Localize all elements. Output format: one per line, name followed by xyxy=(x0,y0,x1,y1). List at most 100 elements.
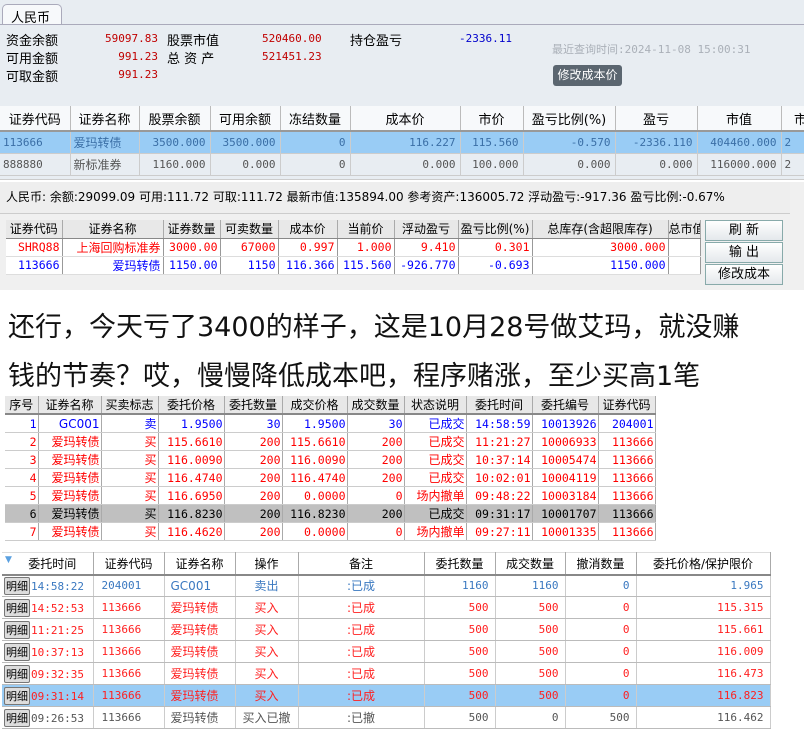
table-row[interactable]: 明细 14:58:22 204001 GC001 卖出:已成 1160 1160 0 1.965 xyxy=(2,574,771,597)
column-header[interactable]: 市价 xyxy=(460,106,524,132)
detail-button[interactable]: 明细 xyxy=(4,686,30,705)
column-header[interactable]: 总库存(含超限库存) xyxy=(532,220,669,239)
export-button[interactable]: 输 出 xyxy=(705,242,783,263)
column-header[interactable]: 证券名称 xyxy=(38,396,102,415)
table-cell: 买入 xyxy=(235,640,299,663)
column-header[interactable]: 操作 xyxy=(235,552,299,576)
table-cell: 0 xyxy=(347,522,405,541)
table-row[interactable]: 明细 10:37:13 113666 爱玛转债 买入:已成 500 500 0 116.009 xyxy=(2,640,771,663)
table-cell: 买入 xyxy=(235,684,299,707)
detail-button[interactable]: 明细 xyxy=(4,620,30,639)
column-header[interactable]: 可用余额 xyxy=(210,106,281,132)
column-header[interactable]: 总市值 xyxy=(668,220,701,239)
column-header[interactable]: 证券名称 xyxy=(164,552,236,576)
table-cell: 1160 xyxy=(424,574,496,597)
table-cell: 500 xyxy=(424,618,496,641)
table-cell: 0 xyxy=(565,574,637,597)
column-header[interactable]: ▼ 委托时间 xyxy=(2,552,94,576)
table-cell: 爱玛转债 xyxy=(164,596,236,619)
table-row[interactable]: 7 爱玛转债买 116.4620 200 0.0000 0 场内撤单 09:27:11 1000… xyxy=(5,522,656,541)
modify-cost-price-button[interactable]: 修改成本价 xyxy=(553,65,622,86)
table-row[interactable]: 明细 14:52:53 113666 爱玛转债 买入:已成 500 500 0 115.315 xyxy=(2,596,771,619)
table-cell: 116.4740 xyxy=(158,468,225,487)
column-header[interactable]: 市 xyxy=(781,106,804,132)
table-cell: 买 xyxy=(101,432,159,451)
detail-button[interactable]: 明细 xyxy=(4,642,30,661)
column-header[interactable]: 委托数量 xyxy=(224,396,283,415)
table-row[interactable]: 2 爱玛转债买 115.6610 200 115.6610 200 已成交 11:21:27 1… xyxy=(5,432,656,451)
table-cell: 1160.000 xyxy=(139,153,211,176)
table-row[interactable]: 明细 11:21:25 113666 爱玛转债 买入:已成 500 500 0 115.661 xyxy=(2,618,771,641)
table-row[interactable]: 1 GC001 卖 1.9500 30 1.9500 30 已成交 14:58:59 100139… xyxy=(5,414,656,433)
column-header[interactable]: 撤消数量 xyxy=(565,552,637,576)
table-cell: 买 xyxy=(101,486,159,505)
column-header[interactable]: 当前价 xyxy=(337,220,395,239)
table-cell: 500 xyxy=(495,662,566,685)
detail-button[interactable]: 明细 xyxy=(4,576,30,595)
column-header[interactable]: 委托价格 xyxy=(158,396,225,415)
column-header[interactable]: 证券代码 xyxy=(93,552,165,576)
entrust-time: 11:21:25 xyxy=(31,623,84,637)
column-header[interactable]: 备注 xyxy=(298,552,425,576)
column-header[interactable]: 盈亏比例(%) xyxy=(523,106,616,132)
column-header[interactable]: 市值 xyxy=(697,106,782,132)
column-header[interactable]: 证券名称 xyxy=(62,220,164,239)
table-cell: 0 xyxy=(565,618,637,641)
table-row[interactable]: 3 爱玛转债买 116.0090 200 116.0090 200 已成交 10:37:14 1… xyxy=(5,450,656,469)
table-row[interactable]: 明细 09:32:35 113666 爱玛转债 买入:已成 500 500 0 116.473 xyxy=(2,662,771,685)
column-header[interactable]: 成交价格 xyxy=(282,396,348,415)
table-row[interactable]: 5 爱玛转债买 116.6950 200 0.0000 0 场内撤单 09:48:22 1000… xyxy=(5,486,656,505)
table-row[interactable]: 888880 新标准券 1160.000 0.000 0 0.000 100.000 0.00… xyxy=(0,153,804,176)
column-header[interactable]: 证券数量 xyxy=(163,220,221,239)
column-header[interactable]: 序号 xyxy=(5,396,39,415)
table-cell: 200 xyxy=(224,522,283,541)
table-cell: 116.6950 xyxy=(158,486,225,505)
column-header[interactable]: 证券代码 xyxy=(6,220,63,239)
table-cell: 115.560 xyxy=(460,131,524,154)
table-row[interactable]: 4 爱玛转债买 116.4740 200 116.4740 200 已成交 10:02:01 1… xyxy=(5,468,656,487)
table-cell: 明细 09:26:53 xyxy=(2,706,94,729)
column-header[interactable]: 委托价格/保护限价 xyxy=(636,552,771,576)
table-row[interactable]: SHRQ88 上海回购标准券 3000.00 67000 0.997 1.000 9.410… xyxy=(6,238,701,257)
table-cell: 买 xyxy=(101,450,159,469)
table-cell: 113666 xyxy=(598,432,656,451)
column-header[interactable]: 买卖标志 xyxy=(101,396,159,415)
column-header[interactable]: 委托编号 xyxy=(532,396,599,415)
detail-button[interactable]: 明细 xyxy=(4,598,30,617)
table-cell: 113666 xyxy=(598,522,656,541)
table-cell: :已成 xyxy=(298,574,425,597)
column-header[interactable]: 可卖数量 xyxy=(220,220,279,239)
entrust-table: ▼ 委托时间 证券代码 证券名称 操作 备注 委托数量 成交数量 撤消数量 委托价格/保护限价明… xyxy=(2,552,771,729)
column-header[interactable]: 证券名称 xyxy=(70,106,140,132)
column-header[interactable]: 委托数量 xyxy=(424,552,496,576)
table-cell: 500 xyxy=(424,596,496,619)
column-header[interactable]: 股票余额 xyxy=(139,106,211,132)
column-header[interactable]: 冻结数量 xyxy=(280,106,351,132)
column-header[interactable]: 成交数量 xyxy=(347,396,405,415)
tab-rmb[interactable]: 人民币 xyxy=(2,4,62,26)
column-header[interactable]: 证券代码 xyxy=(0,106,71,132)
column-header[interactable]: 成交数量 xyxy=(495,552,566,576)
table-row[interactable]: 113666 爱玛转债 3500.000 3500.000 0 116.227 115.56… xyxy=(0,131,804,154)
column-header[interactable]: 盈亏 xyxy=(615,106,698,132)
column-header[interactable]: 成本价 xyxy=(350,106,461,132)
column-header[interactable]: 成本价 xyxy=(278,220,338,239)
column-header[interactable]: 证券代码 xyxy=(598,396,656,415)
column-header[interactable]: 状态说明 xyxy=(404,396,467,415)
refresh-button[interactable]: 刷 新 xyxy=(705,220,783,241)
column-header[interactable]: 委托时间 xyxy=(466,396,533,415)
column-header[interactable]: 盈亏比例(%) xyxy=(458,220,533,239)
modify-cost-button[interactable]: 修改成本 xyxy=(705,264,783,285)
table-cell: 500 xyxy=(495,596,566,619)
table-row[interactable]: 6 爱玛转债买 116.8230 200 116.8230 200 已成交 09:31:17 1… xyxy=(5,504,656,523)
detail-button[interactable]: 明细 xyxy=(4,664,30,683)
table-row[interactable]: 113666 爱玛转债 1150.00 1150 116.366 115.560 -926.… xyxy=(6,256,701,275)
table-cell: 2 xyxy=(781,153,804,176)
entrust-time: 10:37:13 xyxy=(31,645,84,659)
table-cell xyxy=(668,256,701,275)
detail-button[interactable]: 明细 xyxy=(4,708,30,727)
column-header[interactable]: 浮动盈亏 xyxy=(394,220,459,239)
table-row[interactable]: 明细 09:31:14 113666 爱玛转债 买入:已成 500 500 0 116.823 xyxy=(2,684,771,707)
table-cell: 113666 xyxy=(598,486,656,505)
table-row[interactable]: 明细 09:26:53 113666 爱玛转债 买入已撤:已撤 500 0 500 116.46… xyxy=(2,706,771,729)
